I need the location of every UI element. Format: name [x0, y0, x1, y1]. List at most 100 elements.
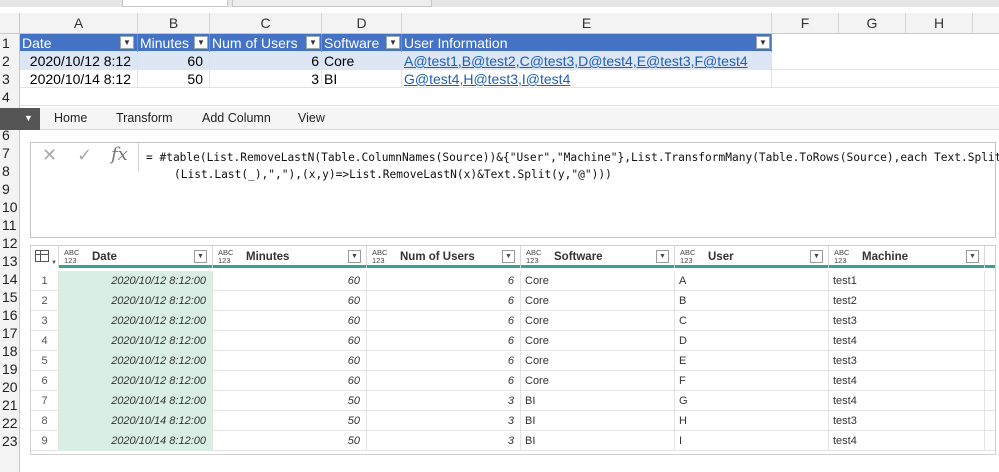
row-number[interactable]: 2: [0, 52, 20, 70]
row-number[interactable]: 4: [0, 88, 20, 106]
row-index[interactable]: 1: [31, 271, 59, 291]
filter-dropdown-icon[interactable]: ▼: [386, 36, 400, 49]
num-of-users-cell[interactable]: 6: [367, 271, 521, 291]
table-cell[interactable]: 6: [210, 52, 322, 70]
machine-cell[interactable]: test3: [829, 351, 985, 371]
grid-column-date[interactable]: ABC 123 Date ▼: [59, 246, 213, 268]
user-cell[interactable]: E: [675, 351, 829, 371]
minutes-cell[interactable]: 60: [213, 331, 367, 351]
num-of-users-cell[interactable]: 6: [367, 331, 521, 351]
software-cell[interactable]: Core: [521, 271, 675, 291]
row-index[interactable]: 6: [31, 371, 59, 391]
user-cell[interactable]: C: [675, 311, 829, 331]
row-number[interactable]: 15: [0, 286, 20, 304]
row-number[interactable]: 18: [0, 340, 20, 358]
machine-cell[interactable]: test2: [829, 291, 985, 311]
software-cell[interactable]: Core: [521, 351, 675, 371]
table-cell[interactable]: 3: [210, 70, 322, 88]
row-number[interactable]: 22: [0, 412, 20, 430]
minutes-cell[interactable]: 50: [213, 391, 367, 411]
minutes-cell[interactable]: 60: [213, 371, 367, 391]
table-header-cell[interactable]: User Information ▼: [402, 34, 772, 52]
num-of-users-cell[interactable]: 3: [367, 431, 521, 451]
row-index[interactable]: 8: [31, 411, 59, 431]
column-header-b[interactable]: B: [138, 13, 210, 34]
row-number[interactable]: 7: [0, 142, 20, 160]
menu-view[interactable]: View: [298, 111, 325, 125]
software-cell[interactable]: Core: [521, 311, 675, 331]
software-cell[interactable]: BI: [521, 411, 675, 431]
column-header-a[interactable]: A: [20, 13, 138, 34]
row-number[interactable]: 19: [0, 358, 20, 376]
table-cell[interactable]: 60: [138, 52, 210, 70]
collapse-menu-button[interactable]: ▼: [0, 108, 40, 130]
column-filter-dropdown-icon[interactable]: ▼: [810, 250, 823, 263]
formula-text[interactable]: = #table(List.RemoveLastN(Table.ColumnNa…: [146, 149, 999, 183]
num-of-users-cell[interactable]: 6: [367, 351, 521, 371]
minutes-cell[interactable]: 60: [213, 311, 367, 331]
confirm-check-icon[interactable]: ✓: [77, 145, 92, 166]
row-index[interactable]: 3: [31, 311, 59, 331]
num-of-users-cell[interactable]: 6: [367, 311, 521, 331]
user-cell[interactable]: A: [675, 271, 829, 291]
table-header-cell[interactable]: Software ▼: [322, 34, 402, 52]
minutes-cell[interactable]: 60: [213, 271, 367, 291]
machine-cell[interactable]: test4: [829, 371, 985, 391]
machine-cell[interactable]: test3: [829, 311, 985, 331]
row-number[interactable]: 21: [0, 394, 20, 412]
row-number[interactable]: 8: [0, 160, 20, 178]
menu-home[interactable]: Home: [54, 111, 87, 125]
date-cell[interactable]: 2020/10/12 8:12:00: [59, 331, 213, 351]
row-number[interactable]: 13: [0, 250, 20, 268]
table-cell-link[interactable]: G@test4,H@test3,I@test4: [402, 70, 772, 88]
minutes-cell[interactable]: 50: [213, 431, 367, 451]
machine-cell[interactable]: test1: [829, 271, 985, 291]
num-of-users-cell[interactable]: 3: [367, 411, 521, 431]
row-number[interactable]: 1: [0, 34, 20, 52]
table-cell[interactable]: 50: [138, 70, 210, 88]
user-cell[interactable]: B: [675, 291, 829, 311]
row-number[interactable]: 16: [0, 304, 20, 322]
any-type-icon[interactable]: ABC 123: [680, 249, 695, 265]
row-index[interactable]: 9: [31, 431, 59, 451]
any-type-icon[interactable]: ABC 123: [834, 249, 849, 265]
row-index[interactable]: 7: [31, 391, 59, 411]
column-header-c[interactable]: C: [210, 13, 322, 34]
grid-column-software[interactable]: ABC 123 Software ▼: [521, 246, 675, 268]
filter-dropdown-icon[interactable]: ▼: [120, 36, 134, 49]
grid-column-num-of-users[interactable]: ABC 123 Num of Users ▼: [367, 246, 521, 268]
cancel-icon[interactable]: ✕: [42, 145, 57, 166]
row-number[interactable]: 10: [0, 196, 20, 214]
filter-dropdown-icon[interactable]: ▼: [756, 36, 770, 49]
table-cell[interactable]: Core: [322, 52, 402, 70]
any-type-icon[interactable]: ABC 123: [64, 249, 79, 265]
column-filter-dropdown-icon[interactable]: ▼: [194, 250, 207, 263]
num-of-users-cell[interactable]: 6: [367, 291, 521, 311]
top-tab[interactable]: [122, 0, 228, 7]
user-cell[interactable]: D: [675, 331, 829, 351]
user-cell[interactable]: I: [675, 431, 829, 451]
date-cell[interactable]: 2020/10/14 8:12:00: [59, 431, 213, 451]
any-type-icon[interactable]: ABC 123: [218, 249, 233, 265]
date-cell[interactable]: 2020/10/12 8:12:00: [59, 311, 213, 331]
row-number[interactable]: 20: [0, 376, 20, 394]
column-header-h[interactable]: H: [906, 13, 973, 34]
row-index[interactable]: 2: [31, 291, 59, 311]
row-number[interactable]: 17: [0, 322, 20, 340]
table-cell[interactable]: BI: [322, 70, 402, 88]
user-cell[interactable]: H: [675, 411, 829, 431]
num-of-users-cell[interactable]: 3: [367, 391, 521, 411]
fx-icon[interactable]: fx: [111, 144, 128, 165]
select-all-corner[interactable]: [0, 13, 20, 34]
row-number[interactable]: 9: [0, 178, 20, 196]
grid-column-minutes[interactable]: ABC 123 Minutes ▼: [213, 246, 367, 268]
machine-cell[interactable]: test3: [829, 411, 985, 431]
column-filter-dropdown-icon[interactable]: ▼: [656, 250, 669, 263]
num-of-users-cell[interactable]: 6: [367, 371, 521, 391]
column-filter-dropdown-icon[interactable]: ▼: [348, 250, 361, 263]
row-number[interactable]: 3: [0, 70, 20, 88]
grid-column-user[interactable]: ABC 123 User ▼: [675, 246, 829, 268]
top-tab[interactable]: [232, 0, 432, 7]
table-header-cell[interactable]: Num of Users ▼: [210, 34, 322, 52]
filter-dropdown-icon[interactable]: ▼: [194, 36, 208, 49]
